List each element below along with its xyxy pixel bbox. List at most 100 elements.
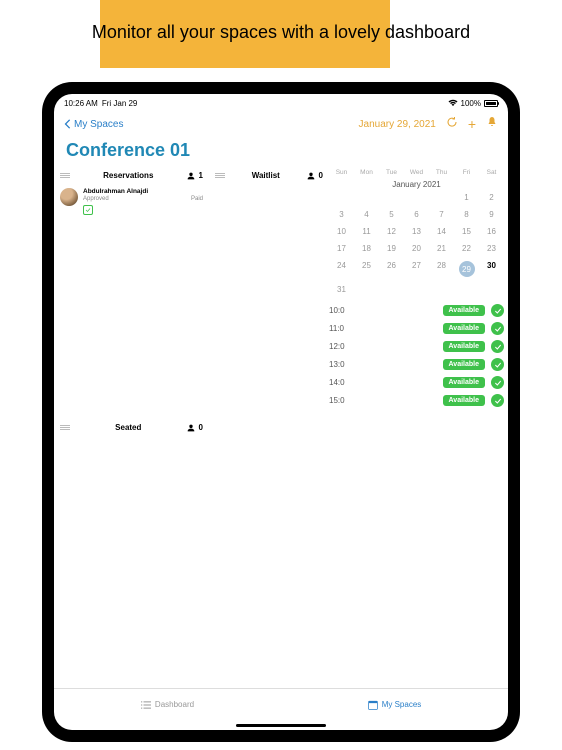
slot-check-button[interactable]	[491, 394, 504, 407]
calendar-day[interactable]: 29	[454, 261, 479, 277]
waitlist-count: 0	[319, 171, 323, 180]
slot-check-button[interactable]	[491, 322, 504, 335]
calendar-day[interactable]: 12	[379, 227, 404, 236]
nav-date[interactable]: January 29, 2021	[359, 119, 436, 130]
calendar-day[interactable]: 20	[404, 244, 429, 253]
status-date: Fri Jan 29	[102, 99, 138, 108]
person-icon	[307, 172, 315, 180]
slot-status-chip: Available	[443, 359, 485, 370]
slot-status-chip: Available	[443, 395, 485, 406]
waitlist-header[interactable]: Waitlist 0	[209, 167, 329, 184]
ipad-frame: 10:26 AM Fri Jan 29 100% My Spaces Janua…	[42, 82, 520, 742]
seated-label: Seated	[74, 423, 183, 432]
refresh-button[interactable]	[446, 115, 458, 133]
slot-check-button[interactable]	[491, 358, 504, 371]
tab-my-spaces[interactable]: My Spaces	[281, 689, 508, 720]
check-icon	[494, 325, 502, 333]
calendar-dow: Wed	[404, 169, 429, 176]
reservations-count: 1	[199, 171, 203, 180]
approved-badge	[83, 205, 93, 215]
check-icon	[494, 361, 502, 369]
calendar-day	[429, 285, 454, 294]
calendar-day	[404, 285, 429, 294]
person-icon	[187, 424, 195, 432]
calendar-day[interactable]: 24	[329, 261, 354, 277]
marketing-headline: Monitor all your spaces with a lovely da…	[0, 22, 562, 43]
add-button[interactable]: +	[468, 116, 476, 132]
calendar-day[interactable]: 7	[429, 210, 454, 219]
calendar-day[interactable]: 4	[354, 210, 379, 219]
time-slots: 10:0Available 11:0Available 12:0Available 1…	[329, 304, 504, 407]
calendar-day[interactable]: 27	[404, 261, 429, 277]
calendar-day[interactable]: 8	[454, 210, 479, 219]
chevron-left-icon	[64, 119, 72, 129]
calendar-day[interactable]: 26	[379, 261, 404, 277]
check-icon	[494, 397, 502, 405]
slot-time: 14:0	[329, 378, 357, 387]
battery-icon	[484, 100, 498, 107]
wifi-icon	[448, 99, 458, 107]
slot-check-button[interactable]	[491, 304, 504, 317]
dashboard-icon	[141, 701, 151, 709]
calendar-day[interactable]: 31	[329, 285, 354, 294]
list-icon	[60, 173, 70, 178]
calendar-day[interactable]: 28	[429, 261, 454, 277]
time-slot-row[interactable]: 11:0Available	[329, 322, 504, 335]
calendar-day[interactable]: 25	[354, 261, 379, 277]
calendar-icon	[368, 700, 378, 710]
back-button[interactable]: My Spaces	[64, 119, 123, 130]
calendar-grid: 1234567891011121314151617181920212223242…	[329, 193, 504, 294]
time-slot-row[interactable]: 15:0 Available	[329, 394, 504, 407]
calendar-day	[379, 285, 404, 294]
calendar-day[interactable]: 16	[479, 227, 504, 236]
calendar-day[interactable]: 18	[354, 244, 379, 253]
calendar-day[interactable]: 9	[479, 210, 504, 219]
calendar-day	[329, 193, 354, 202]
reservation-item[interactable]: Abdulrahman Alnajdi Approved Paid	[54, 184, 209, 219]
calendar-day[interactable]: 17	[329, 244, 354, 253]
slot-time: 15:0	[329, 396, 357, 405]
calendar-day[interactable]: 2	[479, 193, 504, 202]
home-indicator[interactable]	[54, 720, 508, 730]
calendar-day	[379, 193, 404, 202]
calendar-day[interactable]: 13	[404, 227, 429, 236]
reservations-header[interactable]: Reservations 1	[54, 167, 209, 184]
seated-header[interactable]: Seated 0	[54, 419, 209, 436]
bell-icon	[486, 116, 498, 128]
calendar-day	[354, 285, 379, 294]
calendar-dow: Sat	[479, 169, 504, 176]
time-slot-row[interactable]: 14:0 Available	[329, 376, 504, 389]
status-time: 10:26 AM	[64, 99, 98, 108]
calendar-day[interactable]: 6	[404, 210, 429, 219]
slot-status-chip: Available	[443, 323, 485, 334]
time-slot-row[interactable]: 10:0Available	[329, 304, 504, 317]
calendar-day[interactable]: 1	[454, 193, 479, 202]
slot-check-button[interactable]	[491, 376, 504, 389]
person-icon	[187, 172, 195, 180]
slot-status-chip: Available	[443, 377, 485, 388]
calendar-day[interactable]: 22	[454, 244, 479, 253]
calendar-day[interactable]: 3	[329, 210, 354, 219]
notifications-button[interactable]	[486, 115, 498, 133]
calendar-dow: Thu	[429, 169, 454, 176]
calendar-day[interactable]: 15	[454, 227, 479, 236]
calendar-day	[429, 193, 454, 202]
slot-check-button[interactable]	[491, 340, 504, 353]
tab-dashboard[interactable]: Dashboard	[54, 689, 281, 720]
calendar-day	[479, 285, 504, 294]
tab-dashboard-label: Dashboard	[155, 700, 194, 709]
calendar-day[interactable]: 19	[379, 244, 404, 253]
time-slot-row[interactable]: 12:0Available	[329, 340, 504, 353]
calendar-day[interactable]: 14	[429, 227, 454, 236]
seated-count: 0	[199, 423, 203, 432]
calendar-day[interactable]: 5	[379, 210, 404, 219]
slot-status-chip: Available	[443, 305, 485, 316]
calendar-day[interactable]: 11	[354, 227, 379, 236]
refresh-icon	[446, 116, 458, 128]
time-slot-row[interactable]: 13:0Available	[329, 358, 504, 371]
calendar-dow: Sun	[329, 169, 354, 176]
calendar-day[interactable]: 30	[479, 261, 504, 277]
calendar-day[interactable]: 23	[479, 244, 504, 253]
calendar-day[interactable]: 21	[429, 244, 454, 253]
calendar-day[interactable]: 10	[329, 227, 354, 236]
